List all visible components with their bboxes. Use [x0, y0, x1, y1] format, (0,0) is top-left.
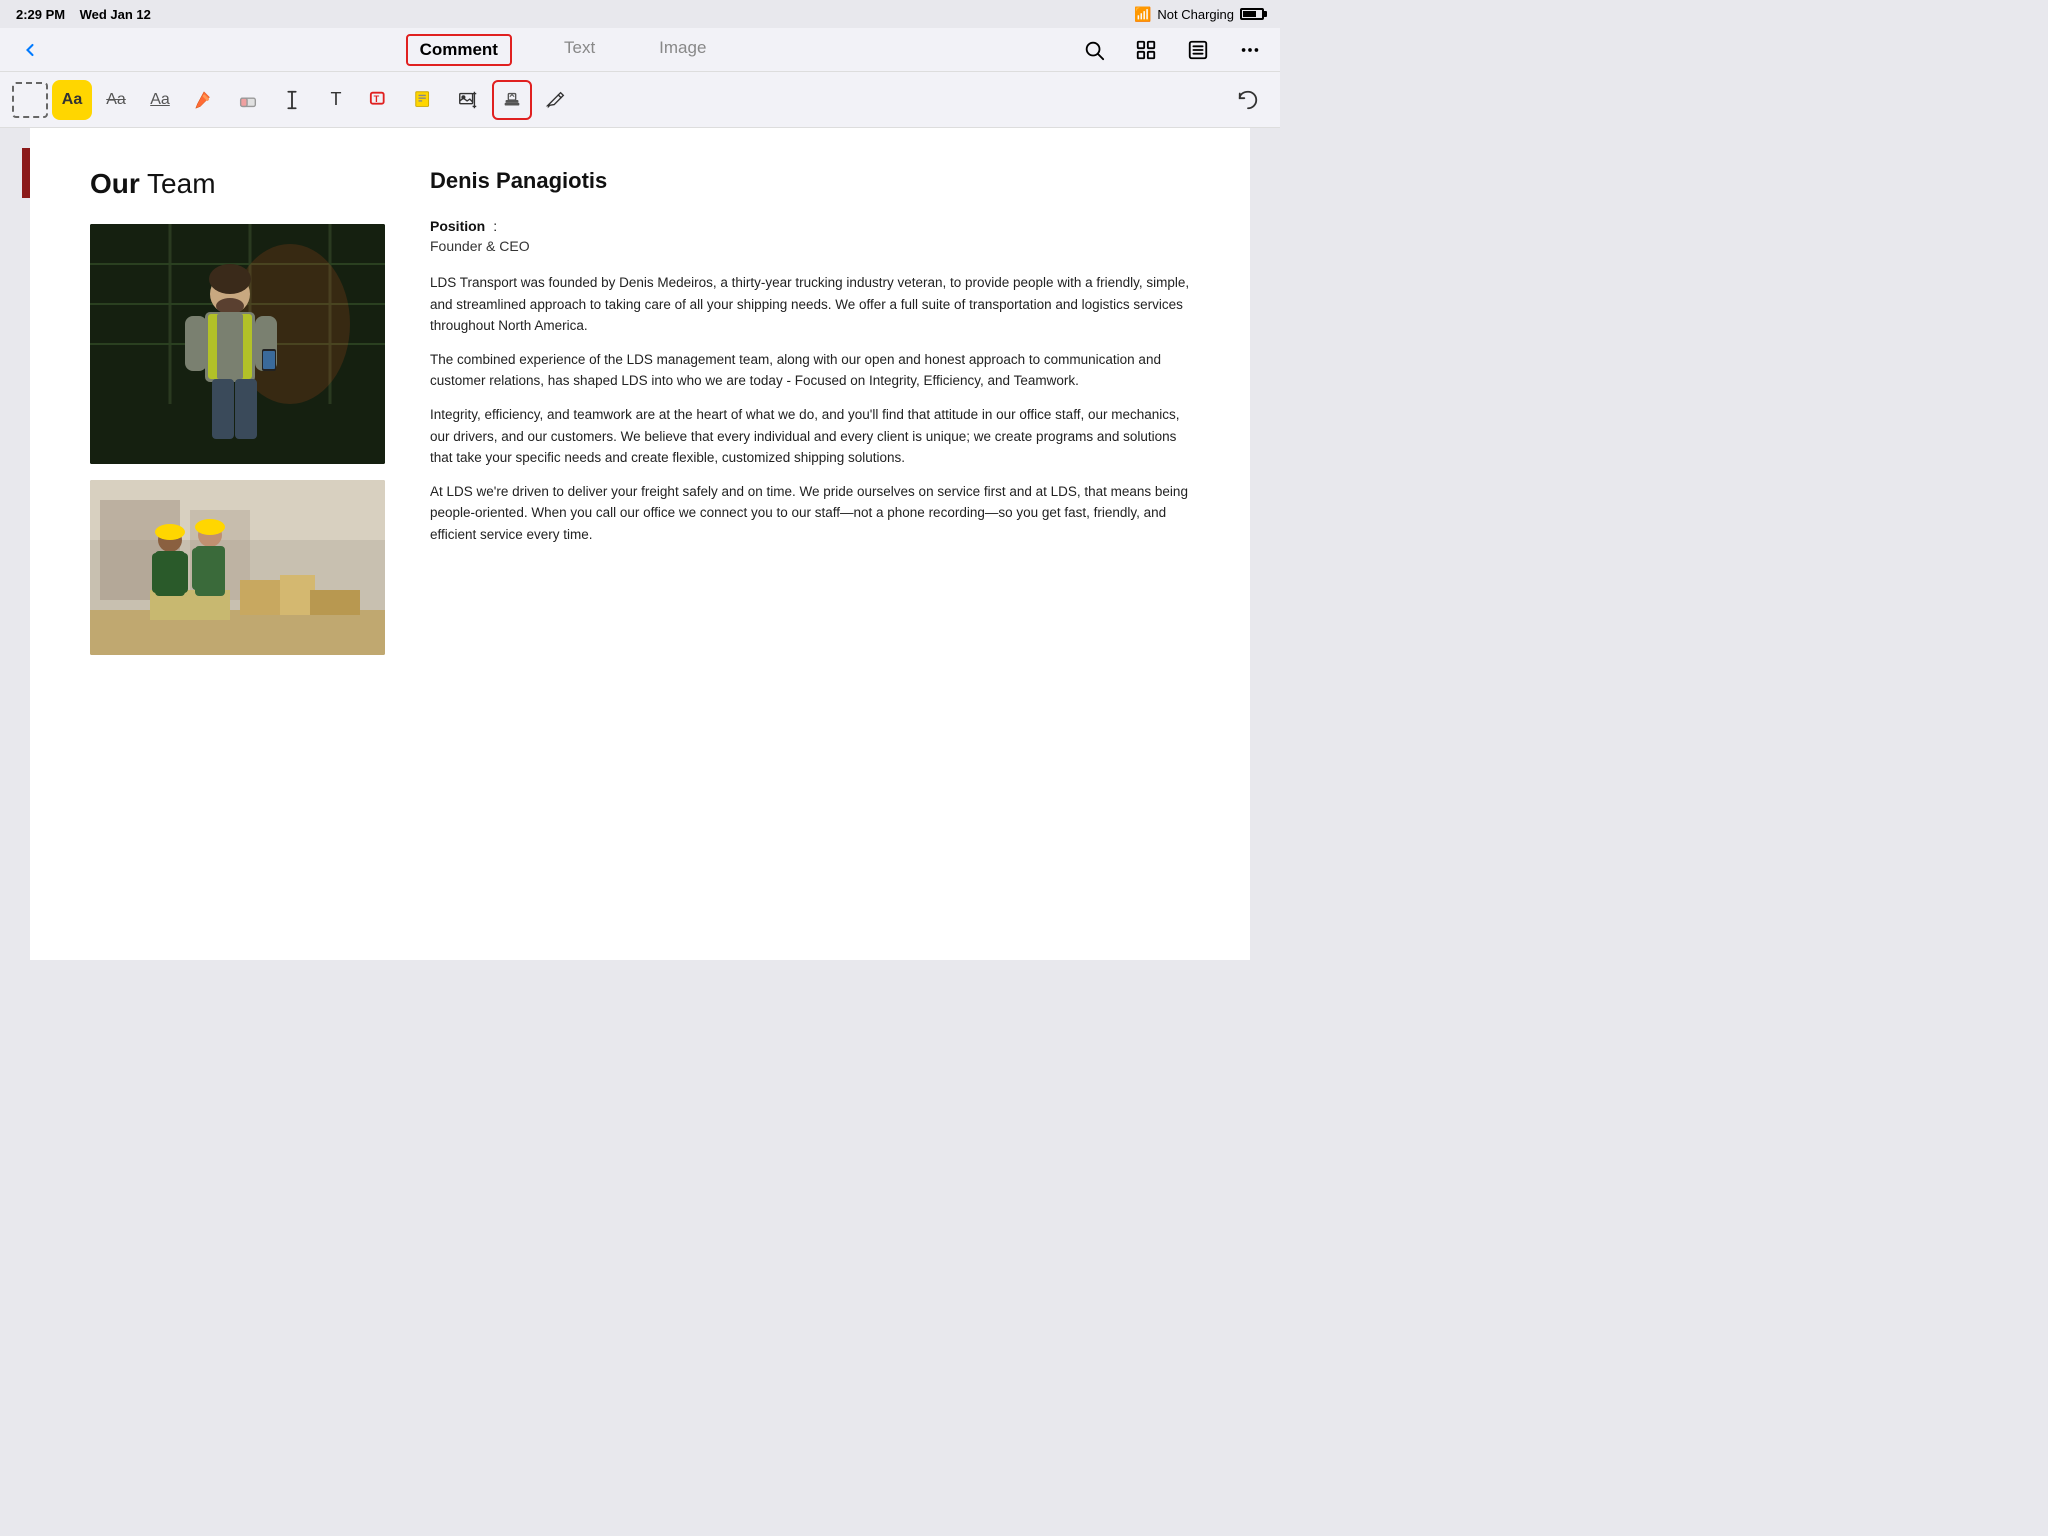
tab-image[interactable]: Image — [647, 34, 718, 66]
title-regular: Team — [140, 168, 216, 199]
freetext-button[interactable]: T — [316, 80, 356, 120]
title-bold: Our — [90, 168, 140, 199]
position-label: Position — [430, 218, 485, 234]
doc-left-column: Our Team — [90, 168, 390, 920]
bookmark-marker — [22, 148, 30, 198]
svg-text:T: T — [374, 93, 380, 103]
paragraph-4: At LDS we're driven to deliver your frei… — [430, 481, 1200, 546]
back-button[interactable] — [12, 32, 48, 68]
warehouse-image-2 — [90, 480, 385, 655]
doc-title: Our Team — [90, 168, 390, 200]
battery-status: Not Charging — [1157, 7, 1234, 22]
status-date: Wed Jan 12 — [80, 7, 151, 22]
document: Our Team — [30, 128, 1250, 960]
warehouse-image-1 — [90, 224, 385, 464]
position-row: Position : — [430, 218, 1200, 234]
status-right: 📶 Not Charging — [1134, 6, 1264, 23]
paragraph-1: LDS Transport was founded by Denis Medei… — [430, 272, 1200, 337]
tab-text[interactable]: Text — [552, 34, 607, 66]
search-button[interactable] — [1076, 32, 1112, 68]
grid-button[interactable] — [1128, 32, 1164, 68]
marker-button[interactable] — [184, 80, 224, 120]
text-cursor-button[interactable] — [272, 80, 312, 120]
wifi-icon: 📶 — [1134, 6, 1151, 23]
left-sidebar — [0, 128, 30, 960]
paragraph-3: Integrity, efficiency, and teamwork are … — [430, 404, 1200, 469]
doc-body-text: LDS Transport was founded by Denis Medei… — [430, 272, 1200, 546]
select-tool-button[interactable] — [12, 82, 48, 118]
nav-tabs: Comment Text Image — [48, 34, 1076, 66]
right-sidebar — [1250, 128, 1280, 960]
person-name: Denis Panagiotis — [430, 168, 1200, 194]
image-tool-button[interactable] — [448, 80, 488, 120]
pen-button[interactable] — [536, 80, 576, 120]
status-time: 2:29 PM — [16, 7, 65, 22]
nav-actions — [1076, 32, 1268, 68]
highlight-yellow-button[interactable]: Aa — [52, 80, 92, 120]
top-nav: Comment Text Image — [0, 28, 1280, 72]
battery-icon — [1240, 8, 1264, 20]
status-bar: 2:29 PM Wed Jan 12 📶 Not Charging — [0, 0, 1280, 28]
stamp-button[interactable] — [492, 80, 532, 120]
eraser-button[interactable] — [228, 80, 268, 120]
paragraph-2: The combined experience of the LDS manag… — [430, 349, 1200, 392]
position-value: Founder & CEO — [430, 238, 530, 254]
status-time-date: 2:29 PM Wed Jan 12 — [16, 7, 151, 22]
undo-button[interactable] — [1228, 80, 1268, 120]
content-area: Our Team — [0, 128, 1280, 960]
note-button[interactable] — [404, 80, 444, 120]
more-button[interactable] — [1232, 32, 1268, 68]
strikethrough-button[interactable]: Aa — [96, 80, 136, 120]
underline-button[interactable]: Aa — [140, 80, 180, 120]
toolbar: Aa Aa Aa T T — [0, 72, 1280, 128]
list-button[interactable] — [1180, 32, 1216, 68]
doc-right-column: Denis Panagiotis Position : Founder & CE… — [430, 168, 1200, 920]
tab-comment[interactable]: Comment — [406, 34, 512, 66]
position-colon: : — [493, 218, 497, 234]
callout-button[interactable]: T — [360, 80, 400, 120]
